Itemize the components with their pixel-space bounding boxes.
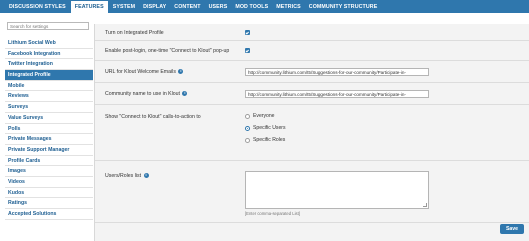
setting-row-calls-to-action: Show "Connect to Klout" calls-to-action … (95, 105, 529, 161)
setting-label-text: URL for Klout Welcome Emails (105, 69, 176, 75)
radio-label: Specific Users (253, 125, 286, 131)
sidebar-item-images[interactable]: Images (5, 166, 93, 177)
tab-discussion-styles[interactable]: DISCUSSION STYLES (5, 0, 70, 13)
setting-row-turn-on: Turn on Integrated Profile (95, 24, 529, 41)
sidebar-item-twitter-integration[interactable]: Twitter Integration (5, 59, 93, 71)
setting-row-welcome-url: URL for Klout Welcome Emails i http://co… (95, 61, 529, 83)
radio-label: Everyone (253, 113, 275, 119)
sidebar-item-surveys[interactable]: Surveys (5, 102, 93, 113)
setting-label: Show "Connect to Klout" calls-to-action … (105, 114, 201, 120)
sidebar-item-private-support-manager[interactable]: Private Support Manager (5, 145, 93, 156)
setting-label-text: Community name to use in Klout (105, 91, 180, 97)
info-icon[interactable]: i (143, 173, 149, 179)
input-hint: [Enter comma-separated List] (245, 211, 300, 216)
sidebar-item-ratings[interactable]: Ratings (5, 198, 93, 209)
radio-option-everyone[interactable]: Everyone (245, 113, 275, 119)
tab-community-structure[interactable]: COMMUNITY STRUCTURE (305, 0, 382, 13)
post-login-popup-checkbox[interactable] (245, 48, 250, 53)
welcome-email-url-input[interactable]: http://community.lithium.com/t5/Suggesti… (245, 68, 429, 76)
sidebar-item-kudos[interactable]: Kudos (5, 188, 93, 199)
sidebar-item-integrated-profile[interactable]: Integrated Profile (5, 70, 93, 81)
setting-label: Enable post-login, one-time "Connect to … (105, 48, 230, 54)
tab-system[interactable]: SYSTEM (109, 0, 139, 13)
tab-users[interactable]: USERS (205, 0, 232, 13)
setting-row-post-login: Enable post-login, one-time "Connect to … (95, 41, 529, 61)
radio-option-specific-users[interactable]: Specific Users (245, 125, 286, 131)
setting-row-users-roles: Users/Roles list i [Enter comma-separate… (95, 161, 529, 223)
save-button[interactable]: Save (500, 224, 524, 234)
radio-label: Specific Roles (253, 137, 286, 143)
tab-features[interactable]: FEATURES (69, 0, 109, 13)
users-roles-textarea[interactable] (245, 171, 429, 209)
info-icon[interactable]: i (182, 91, 188, 97)
sidebar-item-mobile[interactable]: Mobile (5, 81, 93, 92)
community-name-input[interactable]: http://community.lithium.com/t5/Suggesti… (245, 90, 429, 98)
sidebar-item-reviews[interactable]: Reviews (5, 91, 93, 103)
setting-label: Users/Roles list i (105, 173, 149, 179)
sidebar-item-accepted-solutions[interactable]: Accepted Solutions (5, 209, 93, 220)
sidebar-item-private-messages[interactable]: Private Messages (5, 134, 93, 145)
settings-search-input[interactable]: Search for settings (7, 22, 89, 30)
setting-label: Community name to use in Klout i (105, 91, 188, 97)
sidebar-item-facebook-integration[interactable]: Facebook Integration (5, 49, 93, 60)
radio-button[interactable] (245, 125, 250, 131)
radio-button[interactable] (245, 113, 250, 119)
sidebar-list: Lithium Social Web Facebook Integration … (5, 38, 93, 220)
turn-on-integrated-profile-checkbox[interactable] (245, 30, 250, 35)
tab-mod-tools[interactable]: MOD TOOLS (231, 0, 272, 13)
sidebar-item-profile-cards[interactable]: Profile Cards (5, 156, 93, 167)
settings-sidebar: Search for settings Lithium Social Web F… (5, 13, 93, 241)
radio-option-specific-roles[interactable]: Specific Roles (245, 137, 285, 143)
sidebar-item-value-surveys[interactable]: Value Surveys (5, 113, 93, 124)
setting-label: Turn on Integrated Profile (105, 30, 164, 36)
tab-metrics[interactable]: METRICS (272, 0, 305, 13)
setting-row-community-name: Community name to use in Klout i http://… (95, 83, 529, 105)
resize-handle[interactable] (423, 203, 427, 207)
sidebar-item-lithium-social-web[interactable]: Lithium Social Web (5, 38, 93, 49)
sidebar-item-videos[interactable]: Videos (5, 177, 93, 188)
setting-label: URL for Klout Welcome Emails i (105, 69, 184, 75)
settings-panel: Turn on Integrated Profile Enable post-l… (94, 24, 529, 241)
tab-content[interactable]: CONTENT (170, 0, 204, 13)
sidebar-item-polls[interactable]: Polls (5, 124, 93, 135)
radio-button[interactable] (245, 137, 250, 143)
setting-label-text: Users/Roles list (105, 173, 142, 179)
info-icon[interactable]: i (178, 69, 184, 75)
top-tab-bar: DISCUSSION STYLES FEATURES SYSTEM DISPLA… (0, 0, 529, 13)
tab-display[interactable]: DISPLAY (139, 0, 170, 13)
